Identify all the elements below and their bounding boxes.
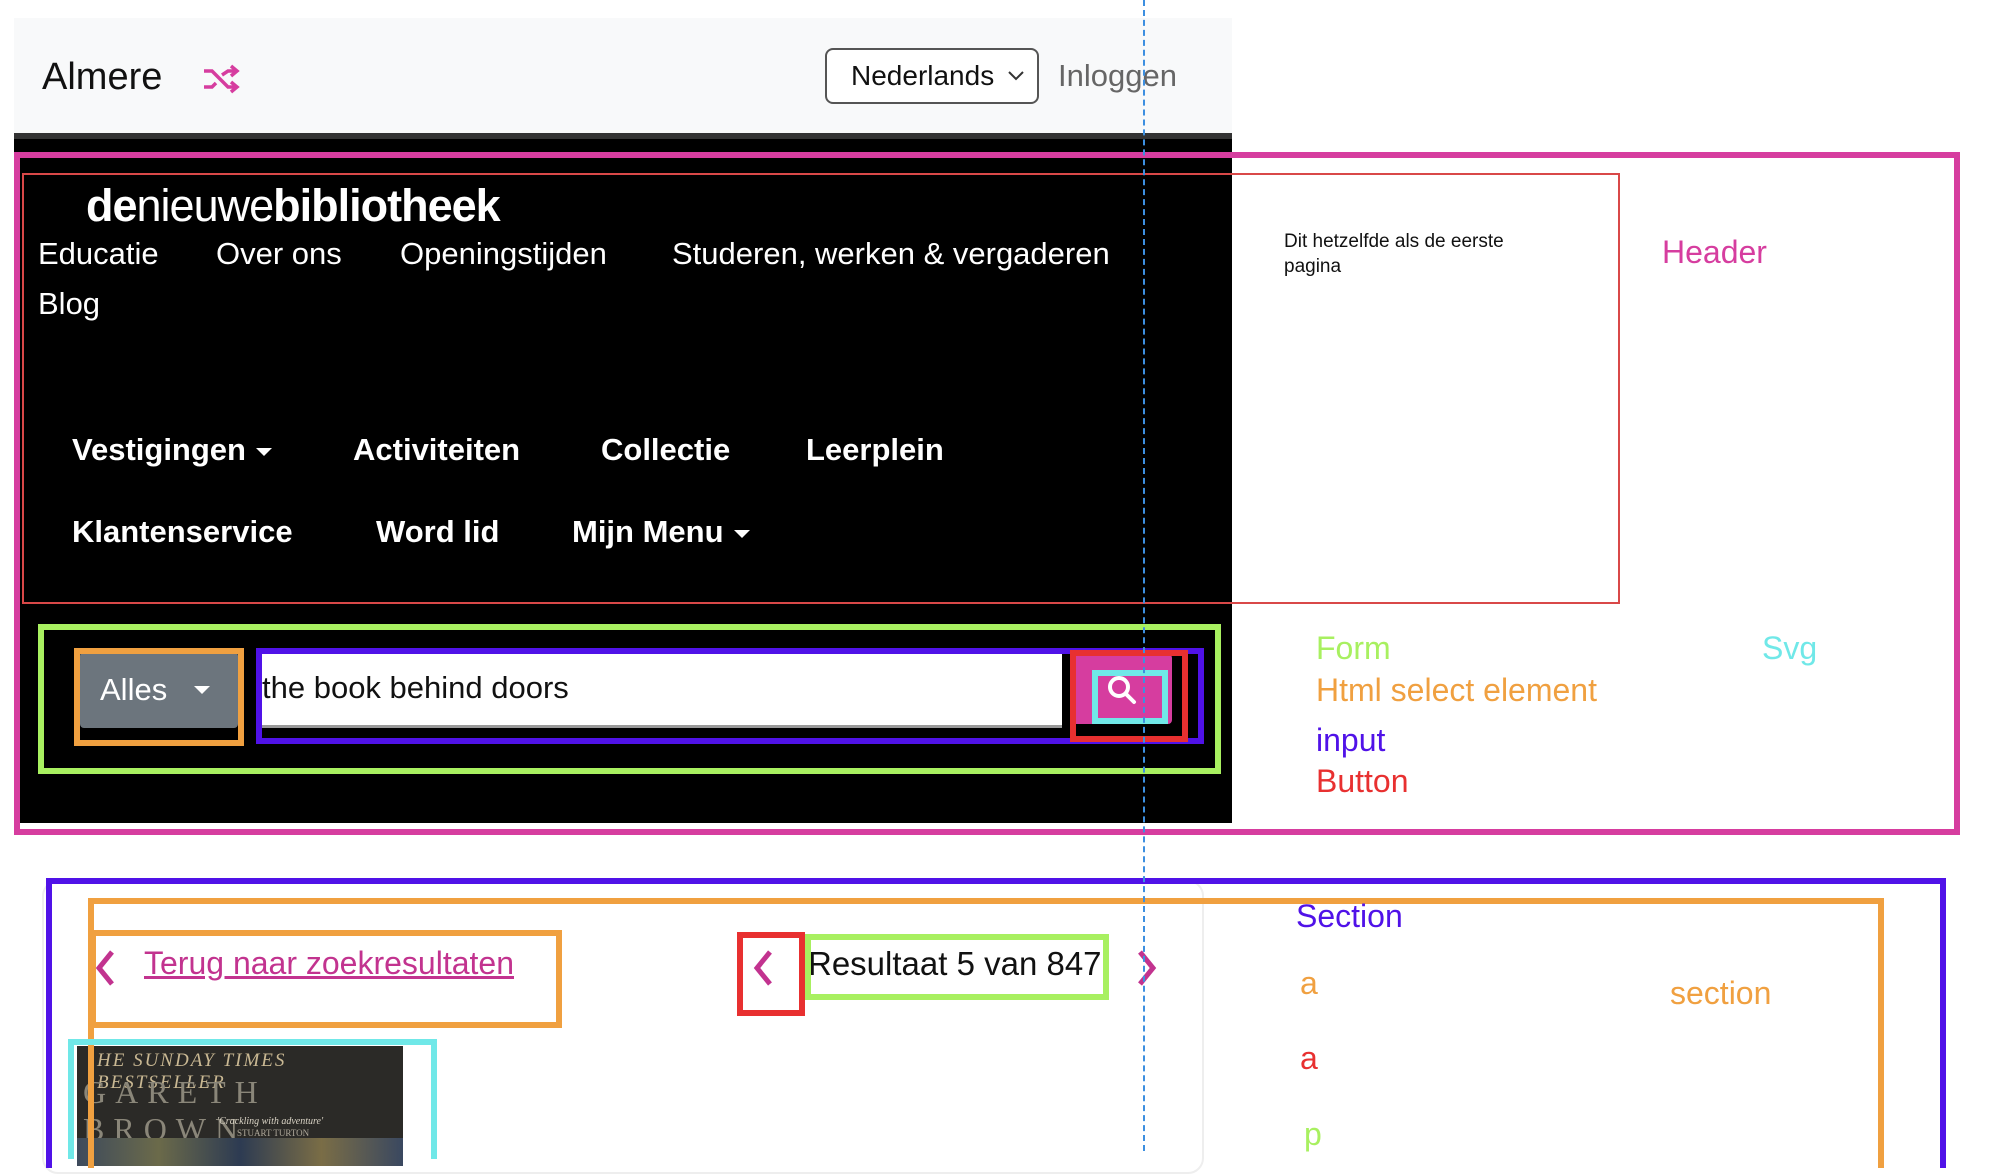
caret-down-icon — [733, 529, 750, 538]
nav-mijn-menu[interactable]: Mijn Menu — [572, 514, 750, 550]
nav-mijn-menu-label: Mijn Menu — [572, 514, 724, 549]
nav-klantenservice[interactable]: Klantenservice — [72, 514, 293, 550]
book-cover-art — [77, 1138, 403, 1166]
utility-nav-blog[interactable]: Blog — [38, 286, 100, 322]
search-button[interactable] — [1072, 654, 1172, 724]
nav-leerplein[interactable]: Leerplein — [806, 432, 944, 468]
logo-part-bibliotheek: bibliotheek — [273, 180, 501, 231]
back-to-results-link[interactable]: Terug naar zoekresultaten — [144, 945, 514, 982]
nav-collectie[interactable]: Collectie — [601, 432, 730, 468]
annotation-p: p — [1304, 1116, 1322, 1152]
annotation-select: Html select element — [1316, 672, 1597, 708]
previous-result-icon[interactable] — [752, 948, 774, 993]
annotation-input: input — [1316, 722, 1386, 758]
header-divider — [14, 133, 1232, 139]
nav-vestigingen[interactable]: Vestigingen — [72, 432, 272, 468]
annotation-form: Form — [1316, 630, 1391, 666]
chevron-down-icon — [1008, 71, 1024, 81]
search-scope-select[interactable]: Alles — [80, 652, 238, 728]
top-bar — [14, 18, 1232, 133]
nav-vestigingen-label: Vestigingen — [72, 432, 246, 467]
search-input[interactable] — [258, 650, 1062, 728]
result-count: Resultaat 5 van 847 — [808, 945, 1102, 982]
language-select[interactable]: Nederlands — [825, 48, 1039, 104]
guide-line — [1143, 0, 1145, 1151]
utility-nav-studeren[interactable]: Studeren, werken & vergaderen — [672, 236, 1110, 272]
nav-activiteiten[interactable]: Activiteiten — [353, 432, 520, 468]
search-scope-value: Alles — [100, 672, 168, 707]
annotation-svg: Svg — [1762, 630, 1818, 666]
logo-part-nieuwe: nieuwe — [136, 180, 275, 231]
site-logo[interactable]: denieuwebibliotheek — [86, 180, 501, 232]
chevron-left-icon[interactable] — [94, 948, 116, 993]
nav-word-lid[interactable]: Word lid — [376, 514, 499, 550]
book-quote-author: STUART TURTON — [237, 1128, 310, 1138]
utility-nav-over-ons[interactable]: Over ons — [216, 236, 342, 272]
language-value: Nederlands — [851, 60, 995, 91]
annotation-section-upper: Section — [1296, 898, 1403, 934]
annotation-note: Dit hetzelfde als de eerste pagina — [1284, 231, 1504, 277]
annotation-a-2: a — [1300, 1040, 1318, 1076]
annotation-section-lower: section — [1670, 975, 1772, 1011]
caret-down-icon — [194, 686, 210, 694]
search-icon — [1108, 676, 1136, 704]
book-cover[interactable]: HE SUNDAY TIMES BESTSELLER GARETH BROWN … — [77, 1046, 403, 1166]
caret-down-icon — [255, 447, 272, 456]
logo-part-de: de — [86, 180, 138, 231]
annotation-a-1: a — [1300, 965, 1318, 1001]
next-result-icon[interactable] — [1136, 948, 1158, 993]
annotation-button: Button — [1316, 763, 1409, 799]
login-link[interactable]: Inloggen — [1058, 58, 1177, 94]
book-quote: 'Crackling with adventure' — [217, 1116, 324, 1127]
utility-nav-openingstijden[interactable]: Openingstijden — [400, 236, 607, 272]
city-name: Almere — [42, 56, 163, 98]
utility-nav-educatie[interactable]: Educatie — [38, 236, 159, 272]
annotation-header: Header — [1662, 234, 1767, 270]
shuffle-icon[interactable] — [202, 62, 240, 96]
